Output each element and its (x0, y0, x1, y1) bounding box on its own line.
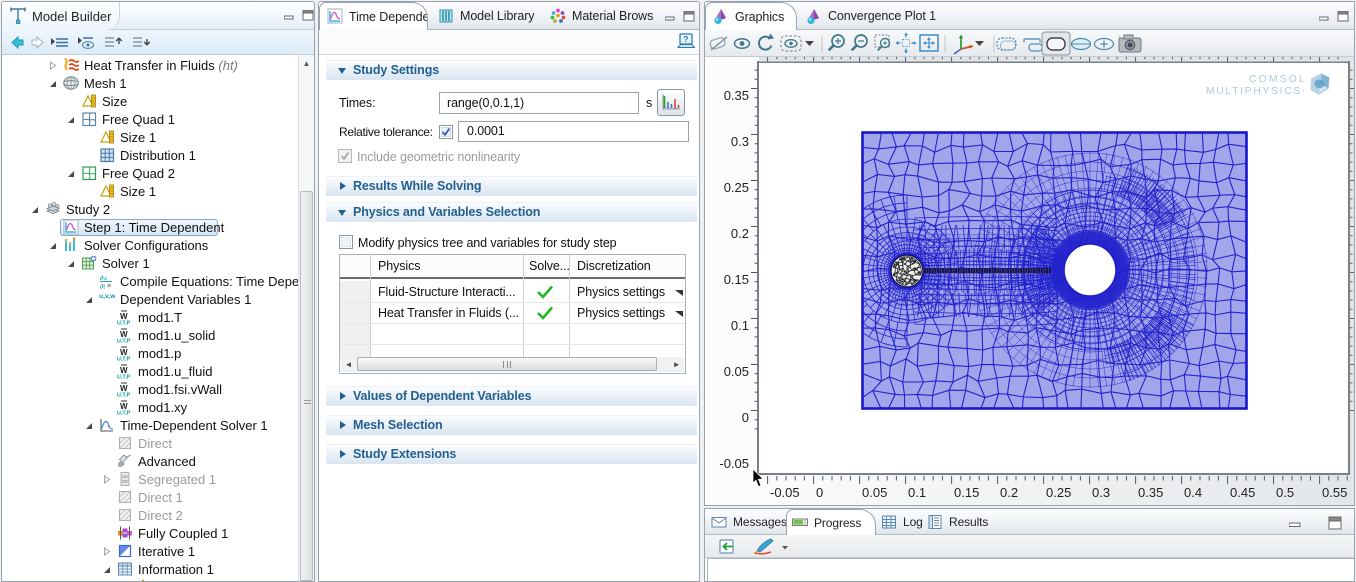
svg-text:U,T,P: U,T,P (117, 339, 131, 344)
svg-text:∂t: ∂t (100, 284, 105, 290)
svg-text:U,T,P: U,T,P (117, 393, 131, 398)
svg-text:U,T,P: U,T,P (117, 411, 131, 416)
svg-text:U,T,P: U,T,P (117, 357, 131, 362)
svg-text:u,v,w: u,v,w (99, 293, 115, 300)
svg-text:≡: ≡ (107, 283, 111, 289)
svg-text:∂u: ∂u (100, 275, 107, 282)
svg-text:U,T,P: U,T,P (117, 375, 131, 380)
svg-text:U,T,P: U,T,P (117, 321, 131, 326)
svg-text:?: ? (684, 35, 689, 44)
